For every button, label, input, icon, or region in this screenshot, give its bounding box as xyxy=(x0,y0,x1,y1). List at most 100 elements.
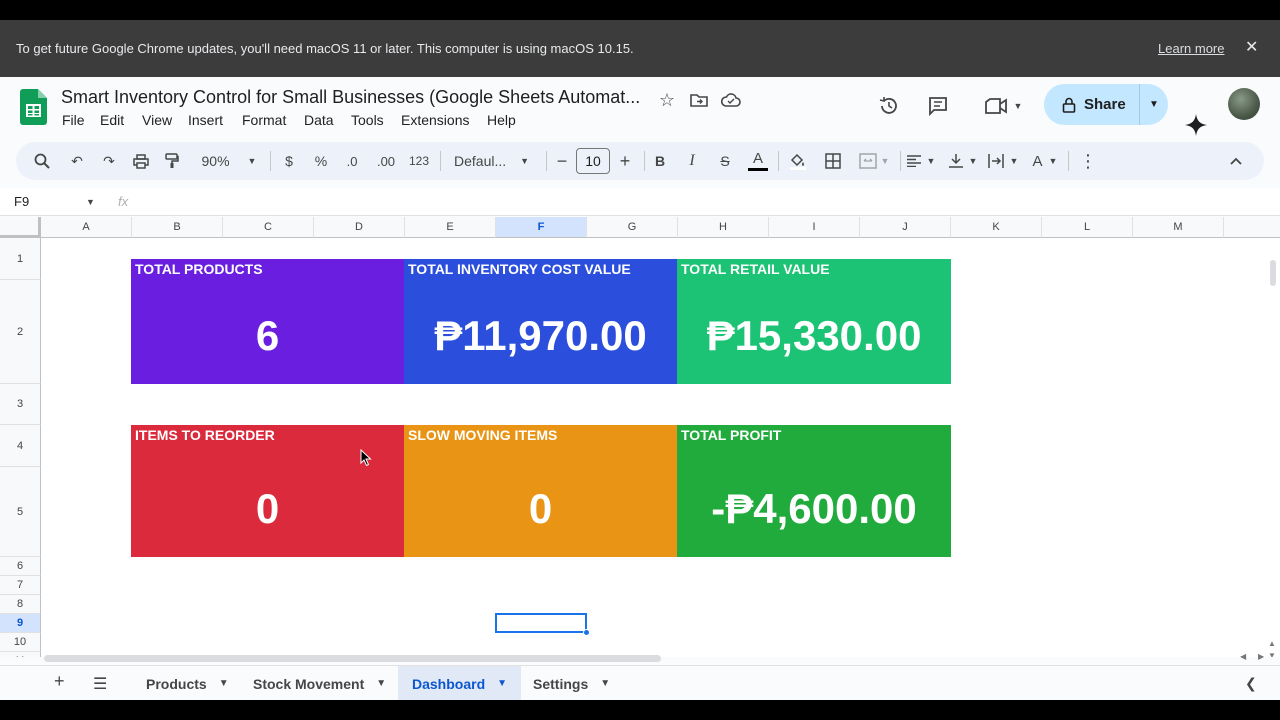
cloud-status-icon[interactable] xyxy=(720,89,742,111)
row-header-8[interactable]: 8 xyxy=(0,595,41,614)
zoom-select[interactable]: 90% ▼ xyxy=(194,142,264,180)
vertical-align-icon[interactable]: ▼ xyxy=(946,142,980,180)
total-retail-card[interactable]: TOTAL RETAIL VALUE ₱15,330.00 xyxy=(677,259,951,384)
menu-insert[interactable]: Insert xyxy=(188,112,223,128)
menu-extensions[interactable]: Extensions xyxy=(401,112,469,128)
column-header-k[interactable]: K xyxy=(951,217,1042,238)
decrease-decimal-button[interactable]: .0 xyxy=(340,142,364,180)
chevron-down-icon[interactable]: ▼ xyxy=(497,678,507,689)
horizontal-align-icon[interactable]: ▼ xyxy=(904,142,938,180)
tab-products[interactable]: Products ▼ xyxy=(132,666,243,700)
column-header-l[interactable]: L xyxy=(1042,217,1133,238)
undo-icon[interactable]: ↶ xyxy=(64,142,90,180)
select-all-corner[interactable] xyxy=(0,217,41,238)
column-header-m[interactable]: M xyxy=(1133,217,1224,238)
row-header-3[interactable]: 3 xyxy=(0,384,41,425)
italic-button[interactable]: I xyxy=(682,142,702,180)
borders-icon[interactable] xyxy=(822,142,844,180)
collapse-menu-icon[interactable] xyxy=(1224,142,1248,180)
tab-dashboard[interactable]: Dashboard ▼ xyxy=(398,666,522,700)
close-icon[interactable]: ✕ xyxy=(1245,37,1258,57)
row-header-11[interactable]: 11 xyxy=(0,652,41,657)
move-folder-icon[interactable] xyxy=(688,89,710,111)
font-select[interactable]: Defaul... ▼ xyxy=(448,142,532,180)
text-rotation-icon[interactable]: A ▼ xyxy=(1028,142,1062,180)
format-percent-button[interactable]: % xyxy=(310,142,332,180)
fill-handle[interactable] xyxy=(583,629,590,636)
column-header-i[interactable]: I xyxy=(769,217,860,238)
column-header-c[interactable]: C xyxy=(223,217,314,238)
name-box[interactable]: F9 xyxy=(14,194,29,209)
row-header-10[interactable]: 10 xyxy=(0,633,41,652)
column-header-g[interactable]: G xyxy=(587,217,678,238)
row-header-5[interactable]: 5 xyxy=(0,467,41,557)
number-format-button[interactable]: 123 xyxy=(406,142,432,180)
total-products-card[interactable]: TOTAL PRODUCTS 6 xyxy=(131,259,404,384)
column-header-a[interactable]: A xyxy=(41,217,132,238)
comments-icon[interactable] xyxy=(925,93,951,119)
row-header-9[interactable]: 9 xyxy=(0,614,41,633)
learn-more-link[interactable]: Learn more xyxy=(1158,41,1224,56)
column-header-d[interactable]: D xyxy=(314,217,405,238)
share-dropdown-icon[interactable]: ▼ xyxy=(1140,99,1168,110)
increase-font-size-button[interactable]: + xyxy=(615,142,635,180)
increase-decimal-button[interactable]: .00 xyxy=(372,142,400,180)
bold-button[interactable]: B xyxy=(650,142,670,180)
text-wrapping-icon[interactable]: ▼ xyxy=(986,142,1020,180)
column-header-f[interactable]: F xyxy=(496,217,587,238)
paint-format-icon[interactable] xyxy=(159,142,185,180)
row-header-6[interactable]: 6 xyxy=(0,557,41,576)
items-reorder-card[interactable]: ITEMS TO REORDER 0 xyxy=(131,425,404,557)
menu-format[interactable]: Format xyxy=(242,112,286,128)
add-sheet-icon[interactable]: + xyxy=(54,671,65,692)
menu-tools[interactable]: Tools xyxy=(351,112,384,128)
column-header-e[interactable]: E xyxy=(405,217,496,238)
row-header-7[interactable]: 7 xyxy=(0,576,41,595)
spreadsheet-grid[interactable]: A B C D E F G H I J K L M 1 2 3 4 5 6 7 … xyxy=(0,217,1280,657)
merge-cells-icon[interactable]: ▼ xyxy=(854,142,894,180)
font-size-input[interactable]: 10 xyxy=(576,148,610,174)
all-sheets-icon[interactable]: ☰ xyxy=(93,674,107,694)
version-history-icon[interactable] xyxy=(876,93,902,119)
chevron-down-icon[interactable]: ▼ xyxy=(376,678,386,689)
collapse-tabs-icon[interactable]: ❮ xyxy=(1245,675,1257,692)
gemini-icon[interactable] xyxy=(1185,114,1207,136)
scroll-up-icon[interactable]: ▲ xyxy=(1268,639,1276,648)
menu-help[interactable]: Help xyxy=(487,112,516,128)
column-header-n[interactable] xyxy=(1224,217,1280,238)
fill-color-icon[interactable] xyxy=(786,142,810,180)
row-header-4[interactable]: 4 xyxy=(0,425,41,467)
document-title[interactable]: Smart Inventory Control for Small Busine… xyxy=(61,87,640,108)
sheets-logo-icon[interactable] xyxy=(20,89,47,125)
format-currency-button[interactable]: $ xyxy=(278,142,300,180)
chevron-down-icon[interactable]: ▼ xyxy=(600,678,610,689)
horizontal-scrollbar[interactable] xyxy=(44,655,661,662)
column-header-b[interactable]: B xyxy=(132,217,223,238)
print-icon[interactable] xyxy=(128,142,154,180)
search-menus-icon[interactable] xyxy=(28,142,56,180)
menu-view[interactable]: View xyxy=(142,112,172,128)
column-header-j[interactable]: J xyxy=(860,217,951,238)
meet-icon[interactable]: ▼ xyxy=(980,93,1026,119)
scroll-down-icon[interactable]: ▼ xyxy=(1268,651,1276,657)
selected-cell-f9[interactable] xyxy=(495,613,587,633)
text-color-button[interactable]: A xyxy=(746,142,770,180)
menu-edit[interactable]: Edit xyxy=(100,112,124,128)
strikethrough-button[interactable]: S xyxy=(714,142,736,180)
decrease-font-size-button[interactable]: − xyxy=(552,142,572,180)
chevron-down-icon[interactable]: ▼ xyxy=(86,197,95,207)
tab-stock-movement[interactable]: Stock Movement ▼ xyxy=(239,666,400,700)
total-profit-card[interactable]: TOTAL PROFIT -₱4,600.00 xyxy=(677,425,951,557)
more-options-icon[interactable]: ⋮ xyxy=(1078,142,1098,180)
redo-icon[interactable]: ↷ xyxy=(96,142,122,180)
menu-data[interactable]: Data xyxy=(304,112,334,128)
chevron-down-icon[interactable]: ▼ xyxy=(219,678,229,689)
avatar[interactable] xyxy=(1228,88,1260,120)
slow-moving-card[interactable]: SLOW MOVING ITEMS 0 xyxy=(404,425,677,557)
vertical-scrollbar[interactable] xyxy=(1270,260,1276,286)
menu-file[interactable]: File xyxy=(62,112,85,128)
tab-settings[interactable]: Settings ▼ xyxy=(519,666,624,700)
row-header-1[interactable]: 1 xyxy=(0,238,41,280)
total-cost-card[interactable]: TOTAL INVENTORY COST VALUE ₱11,970.00 xyxy=(404,259,677,384)
scroll-right-icon[interactable]: ▶ xyxy=(1258,652,1264,661)
